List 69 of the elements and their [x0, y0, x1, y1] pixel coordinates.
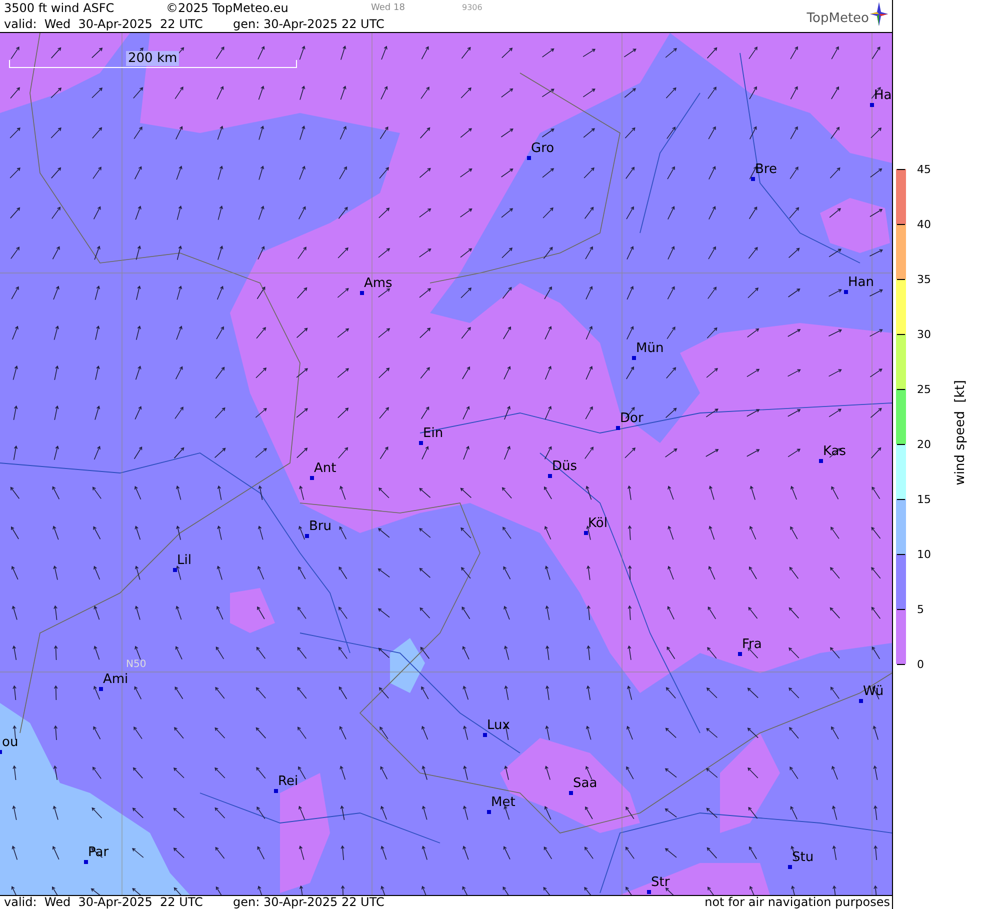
- generated-time: gen: 30-Apr-2025 22 UTC: [233, 895, 384, 909]
- legend-tick-label: 5: [917, 602, 924, 616]
- copyright-text: ©2025 TopMeteo.eu: [166, 1, 288, 15]
- city-marker-icon: [99, 687, 103, 691]
- generated-time: gen: 30-Apr-2025 22 UTC: [233, 17, 384, 31]
- city-marker-icon: [738, 652, 742, 656]
- map-title: 3500 ft wind ASFC: [4, 1, 114, 15]
- city-marker-icon: [844, 290, 848, 294]
- city-marker-icon: [483, 733, 487, 737]
- city-marker-icon: [274, 789, 278, 793]
- city-label: Lil: [177, 553, 192, 568]
- city-marker-icon: [84, 860, 88, 864]
- city-label: Dor: [620, 411, 644, 426]
- legend-tick-label: 25: [917, 382, 931, 396]
- city-marker-icon: [859, 699, 863, 703]
- latitude-label: N50: [126, 659, 146, 670]
- logo-text: TopMeteo: [806, 11, 869, 26]
- city-marker-icon: [569, 791, 573, 795]
- legend-tick-label: 35: [917, 272, 931, 286]
- city-marker-icon: [647, 890, 651, 894]
- city-label: Ant: [314, 461, 336, 476]
- legend-tick-label: 10: [917, 548, 931, 560]
- city-label: ou: [2, 735, 18, 750]
- city-marker-icon: [419, 441, 423, 445]
- compass-star-icon: [870, 2, 888, 26]
- code-label: 9306: [462, 3, 482, 12]
- city-label: Fra: [742, 637, 762, 652]
- legend-title: wind speed [kt]: [953, 380, 968, 486]
- city-marker-icon: [310, 476, 314, 480]
- legend-tick-label: 15: [917, 492, 931, 506]
- city-label: Bre: [755, 162, 777, 177]
- city-marker-icon: [360, 291, 364, 295]
- scale-label: 200 km: [126, 51, 180, 66]
- city-label: Saa: [573, 776, 598, 791]
- city-label: Ams: [364, 276, 392, 291]
- day-label: Wed 18: [371, 3, 405, 13]
- city-label: Gro: [531, 141, 554, 156]
- city-marker-icon: [819, 459, 823, 463]
- city-label: Mün: [636, 341, 664, 356]
- city-label: Lux: [487, 718, 510, 733]
- city-marker-icon: [548, 474, 552, 478]
- city-label: Bru: [309, 519, 332, 534]
- city-marker-icon: [616, 426, 620, 430]
- city-marker-icon: [751, 177, 755, 181]
- city-marker-icon: [632, 356, 636, 360]
- legend-tick-label: 0: [917, 658, 924, 670]
- legend-tick-label: 45: [917, 162, 931, 176]
- city-label: Ha: [874, 88, 892, 103]
- city-marker-icon: [527, 156, 531, 160]
- city-marker-icon: [584, 531, 588, 535]
- city-marker-icon: [487, 810, 491, 814]
- city-label: Ami: [103, 672, 128, 687]
- city-marker-icon: [788, 865, 792, 869]
- city-marker-icon: [305, 534, 309, 538]
- legend-tick-label: 30: [917, 328, 931, 340]
- city-marker-icon: [870, 103, 874, 107]
- city-marker-icon: [173, 568, 177, 572]
- city-label: Rei: [278, 774, 298, 789]
- city-label: Ein: [423, 426, 444, 441]
- valid-time: valid: Wed 30-Apr-2025 22 UTC: [4, 895, 203, 909]
- city-label: Han: [848, 275, 874, 290]
- disclaimer-text: not for air navigation purposes: [704, 895, 890, 909]
- city-label: Str: [651, 875, 670, 890]
- valid-time: valid: Wed 30-Apr-2025 22 UTC: [4, 17, 203, 31]
- legend-tick-label: 20: [917, 438, 931, 450]
- legend-tick-label: 40: [917, 218, 931, 230]
- city-label: Met: [491, 795, 516, 810]
- city-label: Stu: [792, 850, 814, 865]
- city-label: Köl: [588, 516, 608, 531]
